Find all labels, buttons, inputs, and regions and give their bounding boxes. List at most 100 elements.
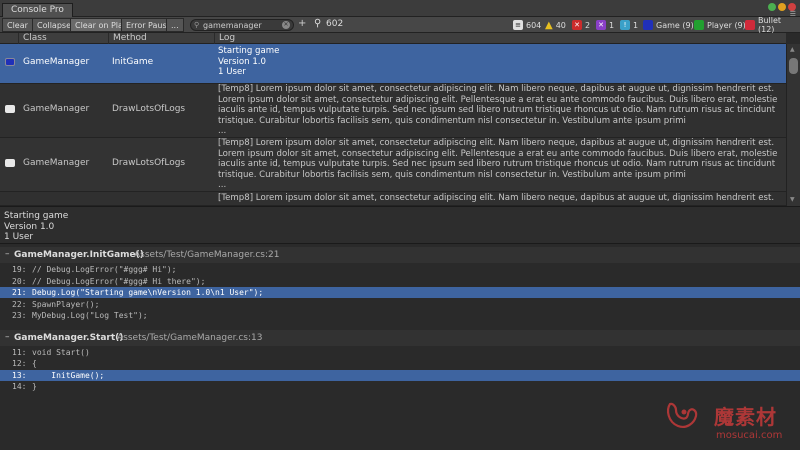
filter-custom-purple[interactable]: ✕ 1 xyxy=(596,18,614,32)
warning-icon: ▲ xyxy=(545,19,553,31)
stack-frame-path[interactable]: Assets/Test/GameManager.cs:13 xyxy=(117,333,262,343)
log-detail-pane: Starting game Version 1.0 1 User xyxy=(0,206,800,244)
line-number: 14: xyxy=(12,382,27,391)
watermark-logo-icon xyxy=(667,402,698,428)
toolbar: Clear Collapse Clear on Play Error Pause… xyxy=(0,16,800,34)
line-number: 22: xyxy=(12,300,27,309)
log-row-message: [Temp8] Lorem ipsum dolor sit amet, cons… xyxy=(218,193,775,203)
line-number: 23: xyxy=(12,311,27,320)
more-options-button[interactable]: ... xyxy=(166,18,184,32)
code-text: MyDebug.Log("Log Test"); xyxy=(32,311,148,320)
filter-game[interactable]: Game (9) xyxy=(643,18,694,32)
log-row-message: [Temp8] Lorem ipsum dolor sit amet, cons… xyxy=(218,138,778,190)
custom-cyan-icon: ! xyxy=(620,20,630,30)
code-line[interactable]: 20: // Debug.LogError("#ggg# Hi there"); xyxy=(0,276,800,287)
log-icon: ≡ xyxy=(513,20,523,30)
clear-button[interactable]: Clear xyxy=(2,18,33,32)
code-line[interactable]: 22: SpawnPlayer(); xyxy=(0,299,800,310)
clear-search-icon[interactable]: ✕ xyxy=(282,21,290,29)
filter-error-count: 2 xyxy=(585,20,591,30)
log-row-method: DrawLotsOfLogs xyxy=(112,158,186,168)
log-row-message: Starting game Version 1.0 1 User xyxy=(218,46,280,77)
code-text: Debug.Log("Starting game\nVersion 1.0\n1… xyxy=(32,288,264,297)
log-detail-text: Starting game Version 1.0 1 User xyxy=(4,211,69,242)
code-line[interactable]: 12: { xyxy=(0,358,800,369)
code-line[interactable]: 14:} xyxy=(0,381,800,392)
code-text: // Debug.LogError("#ggg# Hi there"); xyxy=(32,277,206,286)
log-row-class: GameManager xyxy=(23,57,90,67)
log-row[interactable]: GameManager DrawLotsOfLogs [Temp8] Lorem… xyxy=(0,84,786,138)
stack-frame-function[interactable]: GameManager.InitGame() xyxy=(14,250,144,260)
line-number: 12: xyxy=(12,359,27,368)
log-row-class: GameManager xyxy=(23,104,90,114)
code-line-highlighted[interactable]: 21: Debug.Log("Starting game\nVersion 1.0… xyxy=(0,287,800,298)
line-number: 13: xyxy=(12,371,27,380)
search-count-icon: ⚲ xyxy=(314,18,322,29)
stack-frame-path[interactable]: Assets/Test/GameManager.cs:21 xyxy=(134,250,279,260)
add-filter-button[interactable]: + xyxy=(298,18,306,29)
stack-frame-header[interactable]: – GameManager.Start() Assets/Test/GameMa… xyxy=(0,330,800,346)
code-text: InitGame(); xyxy=(32,371,105,380)
code-text: void Start() xyxy=(32,348,90,357)
code-line[interactable]: 11: void Start() xyxy=(0,347,800,358)
filter-player-label: Player (9) xyxy=(707,20,746,30)
log-table-header: Class Method Log xyxy=(0,33,786,44)
log-row-method: DrawLotsOfLogs xyxy=(112,104,186,114)
log-row-method: InitGame xyxy=(112,57,154,67)
filter-warning-count: 40 xyxy=(555,20,566,30)
line-number: 20: xyxy=(12,277,27,286)
log-row[interactable]: GameManager InitGame Starting game Versi… xyxy=(0,44,786,84)
line-number: 21: xyxy=(12,288,27,297)
column-method[interactable]: Method xyxy=(108,33,214,44)
collapse-arrow-icon[interactable]: – xyxy=(5,249,10,259)
stack-frame-function[interactable]: GameManager.Start() xyxy=(14,333,123,343)
chat-icon xyxy=(5,159,15,167)
watermark-url: mosucai.com xyxy=(716,430,783,441)
minimize-window-button[interactable] xyxy=(778,3,786,11)
filter-error[interactable]: ✕ 2 xyxy=(572,18,590,32)
code-text: SpawnPlayer(); xyxy=(32,300,100,309)
line-number: 11: xyxy=(12,348,27,357)
code-text: // Debug.LogError("#ggg# Hi"); xyxy=(32,265,177,274)
bullet-icon xyxy=(745,20,755,30)
filter-warning[interactable]: ▲ 40 xyxy=(545,18,566,32)
maximize-window-button[interactable] xyxy=(768,3,776,11)
log-row[interactable]: GameManager DrawLotsOfLogs [Temp8] Lorem… xyxy=(0,138,786,192)
stack-frame-header[interactable]: – GameManager.InitGame() Assets/Test/Gam… xyxy=(0,247,800,263)
scroll-down-icon[interactable]: ▼ xyxy=(790,196,795,203)
search-input[interactable] xyxy=(203,20,283,30)
line-number: 19: xyxy=(12,265,27,274)
log-row-message: [Temp8] Lorem ipsum dolor sit amet, cons… xyxy=(218,84,778,136)
game-icon xyxy=(643,20,653,30)
scroll-up-icon[interactable]: ▲ xyxy=(790,46,795,53)
chat-icon xyxy=(5,105,15,113)
filter-log-count: 604 xyxy=(526,20,542,30)
log-scrollbar[interactable]: ▲ ▼ xyxy=(786,44,800,206)
search-match-count: 602 xyxy=(326,19,344,29)
collapse-arrow-icon[interactable]: – xyxy=(5,332,10,342)
custom-purple-icon: ✕ xyxy=(596,20,606,30)
search-icon: ⚲ xyxy=(194,21,200,29)
window-tab[interactable]: Console Pro xyxy=(2,3,73,17)
filter-bullet-label: Bullet (12) xyxy=(758,16,782,34)
filter-custom-purple-count: 1 xyxy=(609,20,615,30)
title-bar: Console Pro ☰ xyxy=(0,0,800,18)
player-icon xyxy=(694,20,704,30)
filter-game-label: Game (9) xyxy=(656,20,694,30)
column-log[interactable]: Log xyxy=(214,33,786,44)
game-icon xyxy=(5,58,15,66)
code-line[interactable]: 23: MyDebug.Log("Log Test"); xyxy=(0,310,800,321)
filter-custom-cyan[interactable]: ! 1 xyxy=(620,18,638,32)
watermark-brand: 魔素材 xyxy=(714,405,777,429)
filter-custom-cyan-count: 1 xyxy=(633,20,639,30)
filter-bullet[interactable]: Bullet (12) xyxy=(745,16,800,34)
log-row[interactable]: [Temp8] Lorem ipsum dolor sit amet, cons… xyxy=(0,192,786,206)
column-class[interactable]: Class xyxy=(18,33,108,44)
code-line[interactable]: 19: // Debug.LogError("#ggg# Hi"); xyxy=(0,264,800,275)
error-icon: ✕ xyxy=(572,20,582,30)
code-text: { xyxy=(32,359,37,368)
scroll-thumb[interactable] xyxy=(789,58,798,74)
filter-player[interactable]: Player (9) xyxy=(694,18,746,32)
filter-log[interactable]: ≡ 604 xyxy=(513,18,541,32)
code-line-highlighted[interactable]: 13: InitGame(); xyxy=(0,370,800,381)
